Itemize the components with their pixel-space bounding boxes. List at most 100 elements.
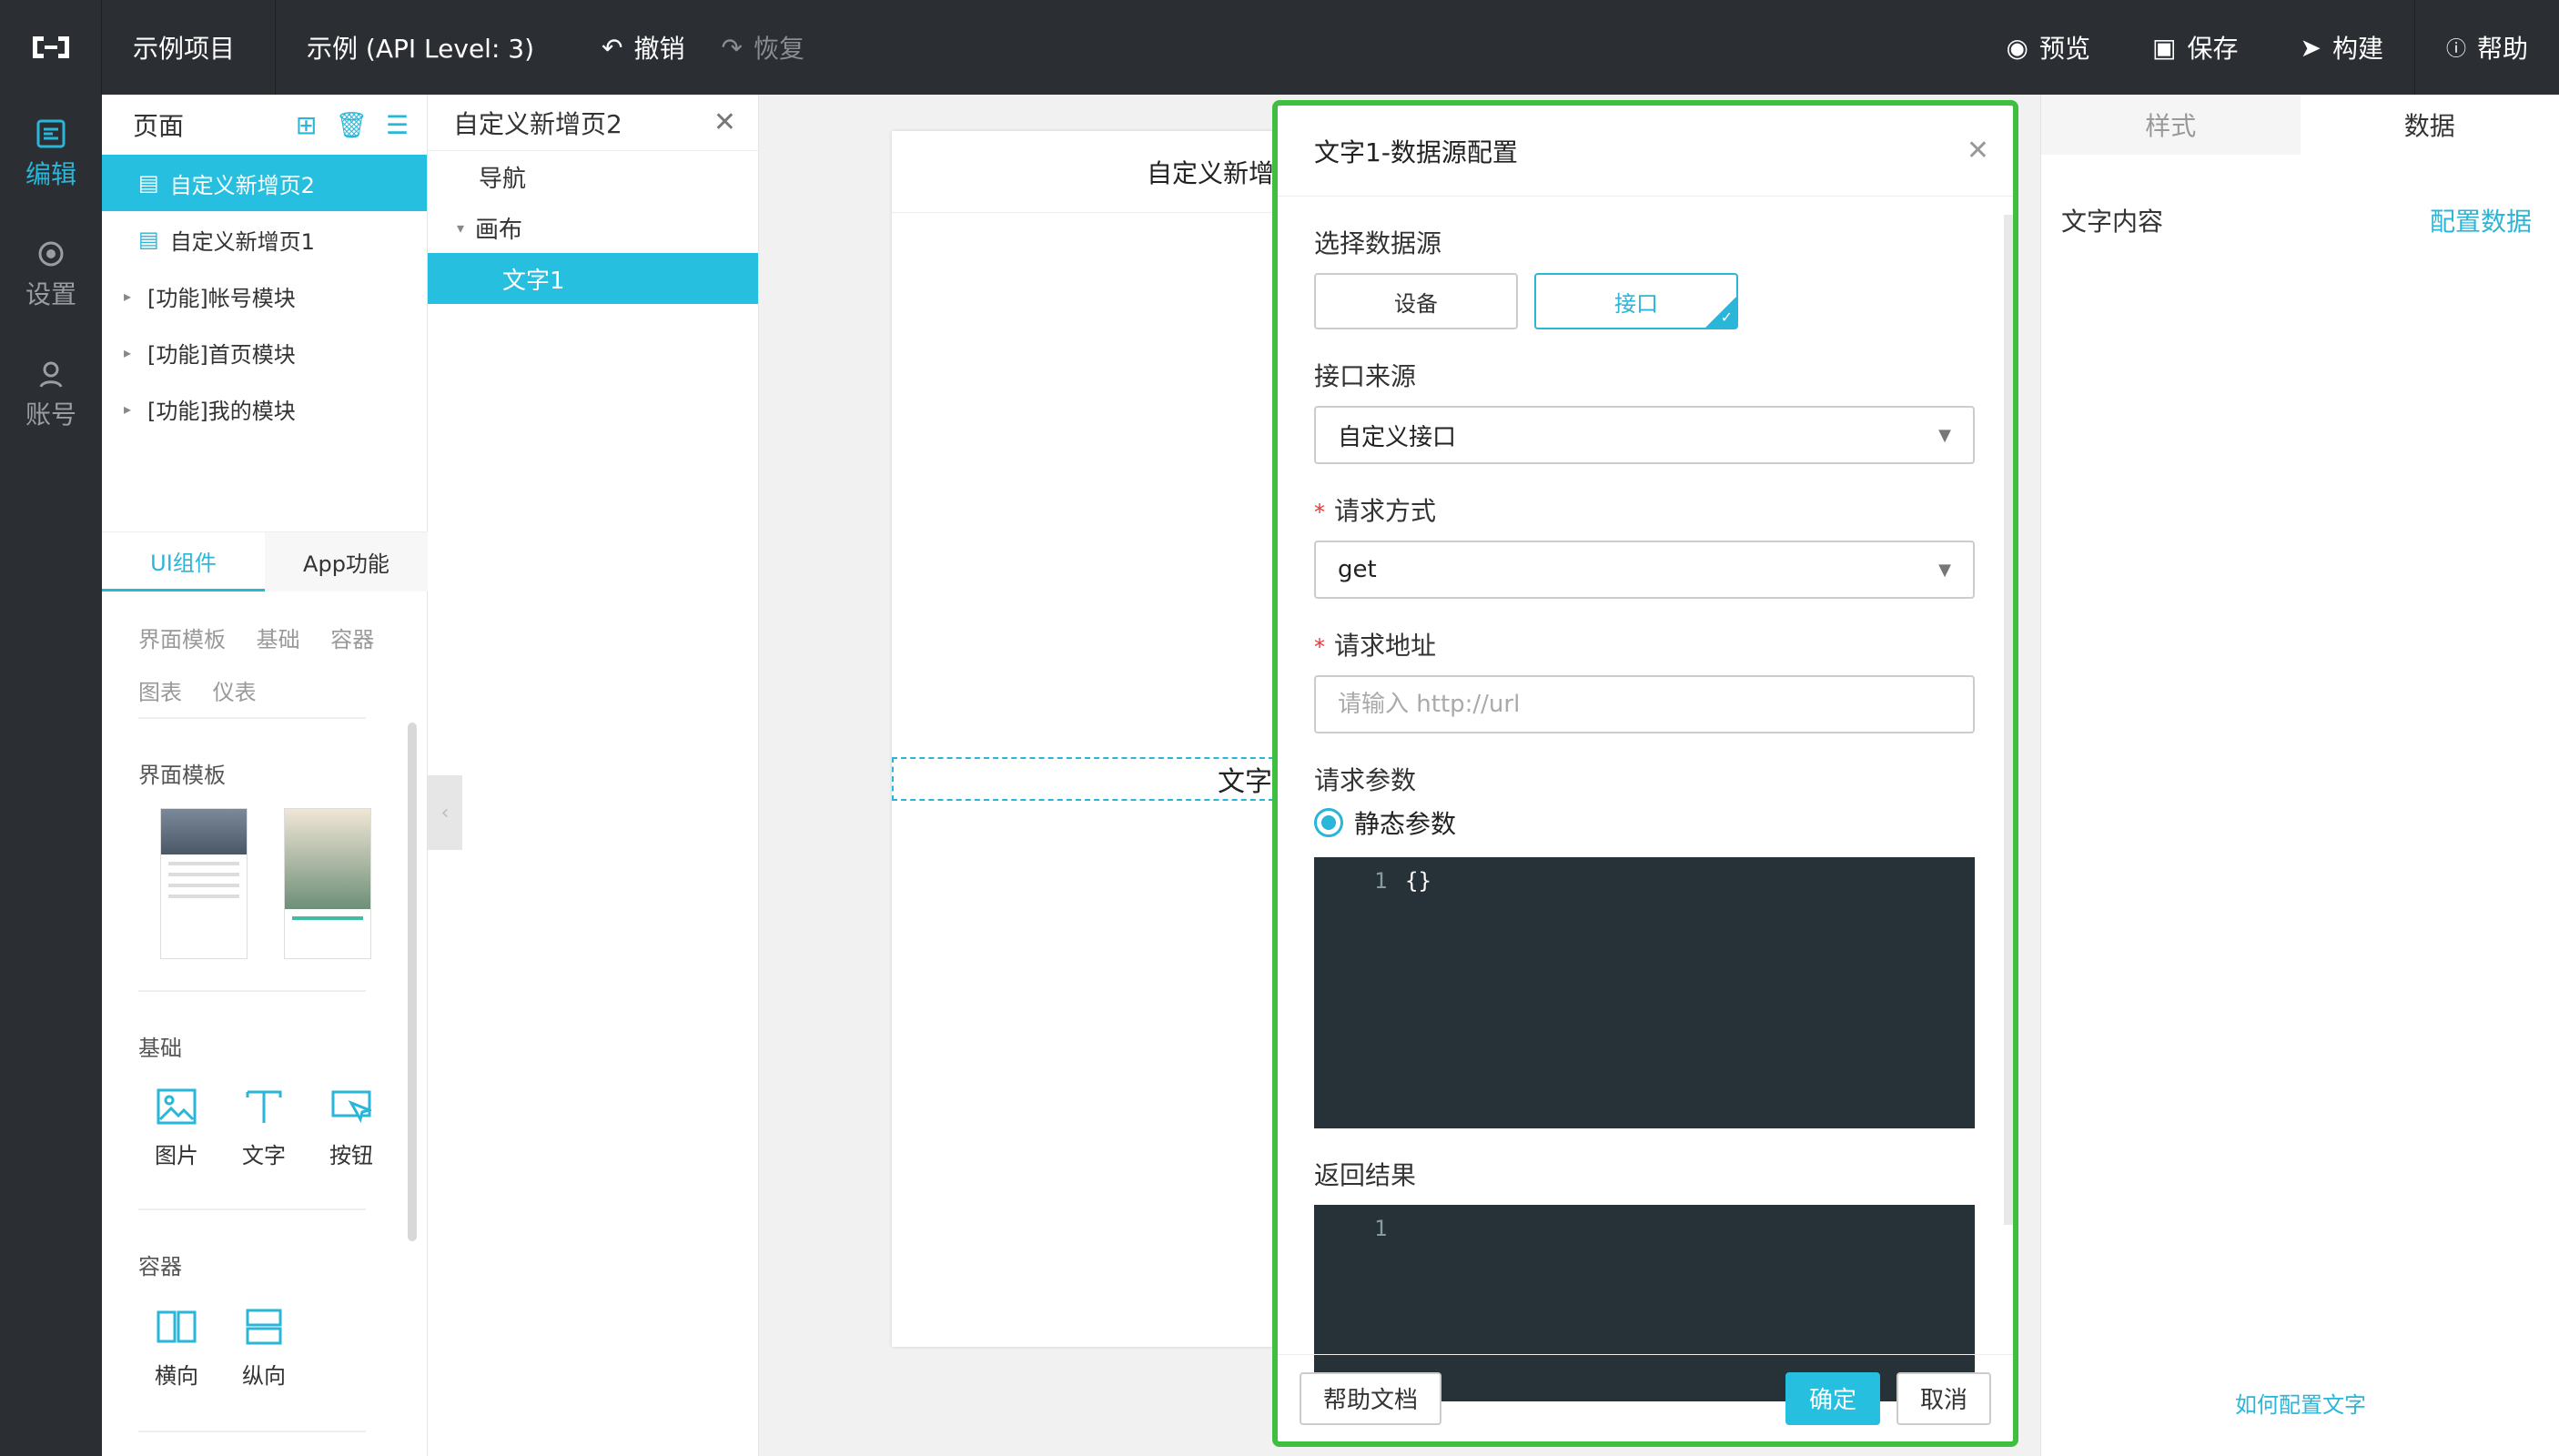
list-icon[interactable]: ☰ (386, 110, 409, 140)
divider (138, 1208, 366, 1210)
params-code-editor[interactable]: 1 {} (1314, 857, 1975, 1128)
tab-app-features[interactable]: App功能 (265, 532, 428, 592)
save-button[interactable]: ▣ 保存 (2121, 0, 2269, 95)
section-title: 基础 (138, 1036, 182, 1061)
app-name: 示例 (API Level: 3) (307, 34, 535, 64)
page-group[interactable]: ▸ [功能]首页模块 (102, 324, 427, 380)
project-name[interactable]: 示例项目 (102, 0, 277, 95)
static-params-radio[interactable]: 静态参数 (1314, 804, 1975, 841)
nav-account[interactable]: 账号 (0, 335, 102, 455)
method-select[interactable]: get ▼ (1314, 541, 1975, 599)
chevron-left-icon: ‹ (440, 801, 450, 824)
radio-checked-icon (1314, 808, 1343, 837)
close-icon[interactable]: ✕ (1967, 135, 1989, 167)
pages-header: 页面 ⊞ 🗑 ☰ (102, 95, 427, 155)
tree-item-canvas[interactable]: ▾ 画布 (428, 202, 758, 253)
page-group[interactable]: ▸ [功能]我的模块 (102, 380, 427, 437)
redo-button[interactable]: ↷ 恢复 (722, 29, 804, 66)
component-vertical[interactable]: 纵向 (228, 1309, 300, 1390)
divider (138, 990, 366, 992)
dialog-header: 文字1-数据源配置 ✕ (1278, 106, 2013, 197)
check-icon: ✓ (1720, 308, 1733, 326)
delete-page-icon[interactable]: 🗑 (335, 110, 368, 140)
build-button[interactable]: ➤ 构建 (2269, 0, 2413, 95)
url-input[interactable] (1314, 675, 1975, 733)
page-group[interactable]: ▸ [功能]帐号模块 (102, 268, 427, 324)
source-label: 选择数据源 (1314, 228, 1442, 258)
help-button[interactable]: ⓘ 帮助 (2415, 0, 2559, 95)
components-scrollbar[interactable] (408, 723, 417, 1241)
question-icon: ⓘ (2445, 38, 2466, 61)
page-item[interactable]: ▤ 自定义新增页1 (102, 211, 427, 268)
category-templates[interactable]: 界面模板 (138, 627, 226, 652)
button-icon (331, 1090, 371, 1124)
source-device-button[interactable]: 设备 (1314, 273, 1518, 329)
dialog-scrollbar[interactable] (2004, 215, 2013, 1225)
datasource-config-dialog: 文字1-数据源配置 ✕ 选择数据源 设备 接口 ✓ 接口来源 自定义接口 ▼ *… (1272, 100, 2018, 1447)
source-api-button[interactable]: 接口 ✓ (1534, 273, 1738, 329)
confirm-button[interactable]: 确定 (1785, 1371, 1880, 1425)
category-container[interactable]: 容器 (330, 627, 374, 652)
tab-data[interactable]: 数据 (2300, 95, 2559, 155)
component-button[interactable]: 按钮 (315, 1088, 388, 1169)
tab-ui-components[interactable]: UI组件 (102, 532, 265, 592)
nav-settings[interactable]: 设置 (0, 215, 102, 335)
dropdown-arrow-icon: ▼ (1938, 560, 1951, 580)
tree-item-nav[interactable]: 导航 (428, 151, 758, 202)
dialog-title: 文字1-数据源配置 (1314, 136, 1518, 167)
image-icon (157, 1088, 197, 1125)
caret-right-icon: ▸ (124, 399, 132, 418)
pages-title: 页面 (133, 111, 185, 141)
template-thumbnail[interactable] (160, 808, 248, 959)
api-source-label: 接口来源 (1314, 361, 1417, 391)
close-icon[interactable]: ✕ (713, 106, 736, 138)
how-to-configure-link[interactable]: 如何配置文字 (2041, 1387, 2559, 1419)
url-label: * 请求地址 (1314, 631, 1437, 661)
tab-style[interactable]: 样式 (2041, 95, 2301, 155)
preview-button[interactable]: ◉ 预览 (1976, 0, 2121, 95)
component-horizontal[interactable]: 横向 (140, 1309, 213, 1390)
tree-title: 自定义新增页2 (453, 108, 622, 139)
configure-data-link[interactable]: 配置数据 (2430, 202, 2532, 238)
api-source-select[interactable]: 自定义接口 ▼ (1314, 406, 1975, 464)
dropdown-arrow-icon: ▼ (1938, 425, 1951, 445)
phone-page-title: 自定义新增 (892, 131, 1274, 213)
required-marker: * (1314, 500, 1325, 525)
brand-logo-icon[interactable] (0, 0, 102, 95)
component-image[interactable]: 图片 (140, 1088, 213, 1169)
tree-item-text1[interactable]: 文字1 (428, 253, 758, 304)
text-icon (246, 1090, 282, 1123)
left-nav: 编辑 设置 账号 (0, 95, 102, 1456)
pages-panel: 页面 ⊞ 🗑 ☰ ▤ 自定义新增页2 ▤ 自定义新增页1 ▸ [功能]帐号模块 … (102, 95, 428, 1456)
result-label: 返回结果 (1314, 1160, 1417, 1190)
horizontal-layout-icon (157, 1310, 197, 1343)
vertical-layout-icon (246, 1309, 282, 1345)
help-doc-button[interactable]: 帮助文档 (1300, 1371, 1442, 1425)
caret-right-icon: ▸ (124, 287, 132, 305)
nav-edit[interactable]: 编辑 (0, 95, 102, 215)
collapse-panel-handle[interactable]: ‹ (428, 775, 462, 850)
caret-right-icon: ▸ (124, 343, 132, 361)
text-content-row: 文字内容 配置数据 (2041, 202, 2559, 238)
add-page-icon[interactable]: ⊞ (296, 110, 317, 140)
send-icon: ➤ (2300, 32, 2321, 63)
text-content-label: 文字内容 (2061, 207, 2164, 237)
component-text[interactable]: 文字 (228, 1088, 300, 1169)
edit-icon (36, 119, 66, 148)
section-title: 界面模板 (138, 763, 226, 788)
line-number: 1 (1374, 868, 1388, 894)
page-item[interactable]: ▤ 自定义新增页2 (102, 155, 427, 211)
component-tree-panel: 自定义新增页2 ✕ 导航 ▾ 画布 文字1 (428, 95, 759, 1456)
category-charts[interactable]: 图表 (138, 680, 182, 705)
template-thumbnail[interactable] (284, 808, 371, 959)
tree-header: 自定义新增页2 ✕ (428, 95, 758, 151)
category-basic[interactable]: 基础 (257, 627, 300, 652)
undo-button[interactable]: ↶ 撤销 (602, 29, 684, 66)
canvas-text-component[interactable]: 文字 (892, 757, 1274, 801)
save-icon: ▣ (2152, 32, 2177, 63)
required-marker: * (1314, 634, 1325, 660)
cancel-button[interactable]: 取消 (1896, 1371, 1991, 1425)
category-gauges[interactable]: 仪表 (213, 680, 257, 705)
settings-icon (38, 241, 64, 267)
phone-preview: 自定义新增 文字 (892, 131, 1274, 1347)
